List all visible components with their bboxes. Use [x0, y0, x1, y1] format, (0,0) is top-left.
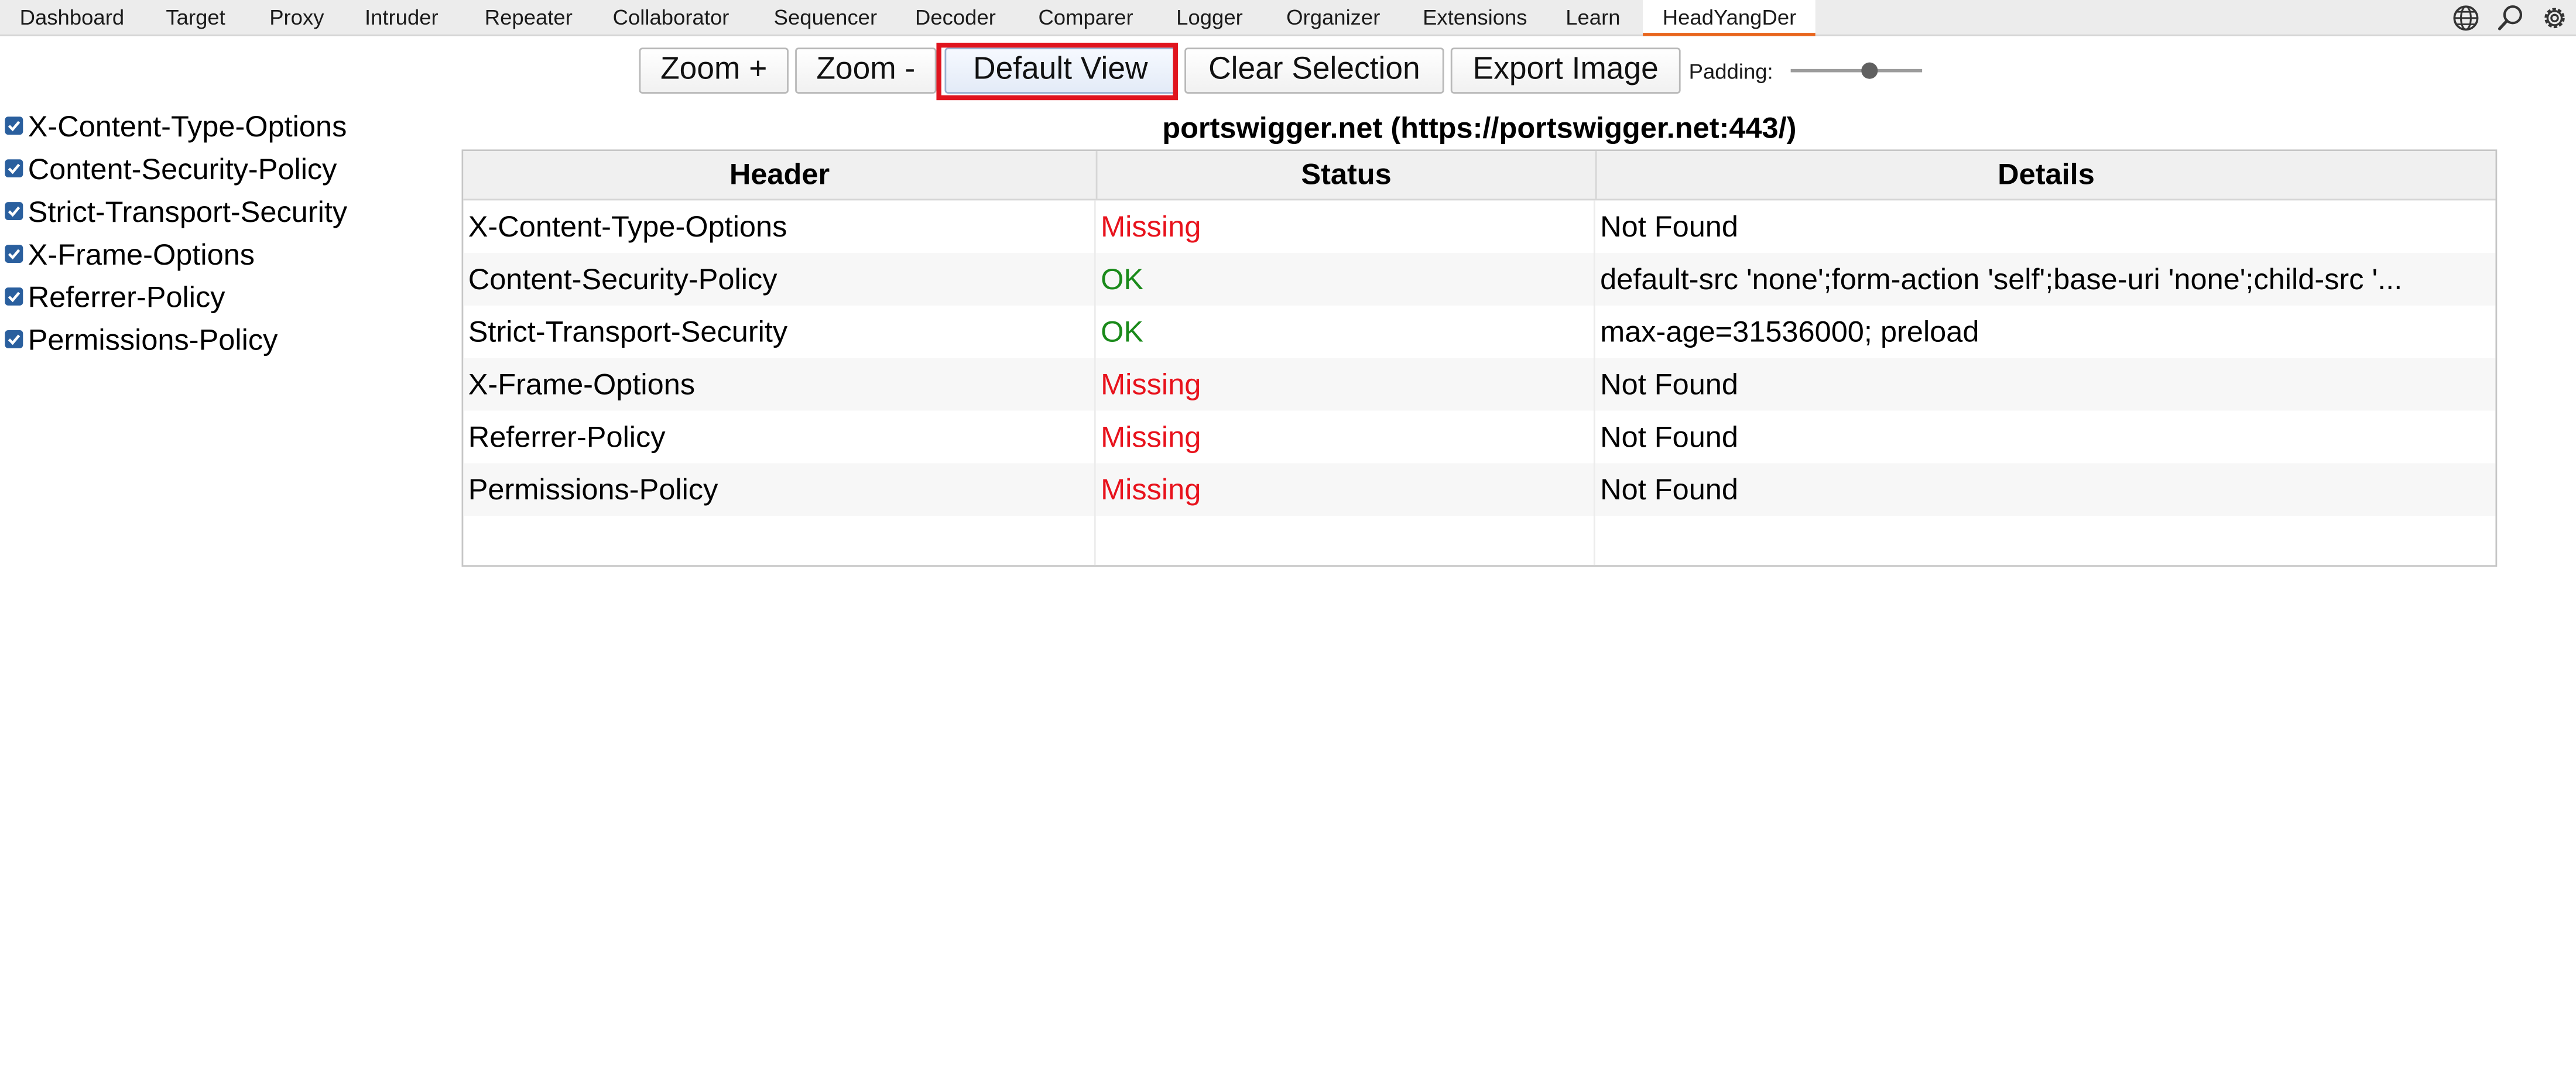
- export-image-button[interactable]: Export Image: [1450, 47, 1681, 94]
- cell-header: Permissions-Policy: [468, 473, 718, 506]
- column-divider: [1593, 200, 1595, 566]
- checkbox-checked-icon[interactable]: [5, 245, 23, 263]
- checkbox-checked-icon[interactable]: [5, 116, 23, 135]
- filter-label: Referrer-Policy: [28, 280, 225, 314]
- table-header-row: Header Status Details: [463, 151, 2496, 201]
- zoom-in-button[interactable]: Zoom +: [639, 47, 789, 94]
- tab-decoder[interactable]: Decoder: [915, 0, 996, 36]
- column-divider: [1094, 200, 1096, 566]
- results-table: Header Status Details X-Content-Type-Opt…: [461, 149, 2498, 567]
- checkbox-checked-icon[interactable]: [5, 159, 23, 178]
- cell-status: OK: [1101, 315, 1144, 348]
- tab-extensions[interactable]: Extensions: [1423, 0, 1527, 36]
- checkbox-checked-icon[interactable]: [5, 330, 23, 348]
- column-header-details[interactable]: Details: [1595, 151, 2496, 199]
- cell-header: X-Content-Type-Options: [468, 210, 787, 244]
- table-row[interactable]: Content-Security-Policy OK default-src '…: [463, 253, 2496, 306]
- tab-logger[interactable]: Logger: [1176, 0, 1243, 36]
- table-row[interactable]: X-Content-Type-Options Missing Not Found: [463, 200, 2495, 253]
- cell-status: Missing: [1101, 473, 1201, 506]
- table-row[interactable]: Strict-Transport-Security OK max-age=315…: [463, 306, 2495, 358]
- tab-learn[interactable]: Learn: [1566, 0, 1620, 36]
- padding-slider-thumb[interactable]: [1861, 62, 1878, 79]
- padding-label: Padding:: [1688, 59, 1773, 84]
- tab-collaborator[interactable]: Collaborator: [613, 0, 729, 36]
- cell-status: OK: [1101, 262, 1144, 296]
- tab-organizer[interactable]: Organizer: [1286, 0, 1380, 36]
- tab-dashboard[interactable]: Dashboard: [20, 0, 124, 36]
- globe-icon[interactable]: [2451, 4, 2481, 33]
- site-title: portswigger.net (https://portswigger.net…: [1162, 111, 1797, 145]
- clear-selection-button[interactable]: Clear Selection: [1184, 47, 1444, 94]
- table-row[interactable]: Permissions-Policy Missing Not Found: [463, 463, 2496, 516]
- checkbox-checked-icon[interactable]: [5, 202, 23, 221]
- tab-comparer[interactable]: Comparer: [1038, 0, 1133, 36]
- cell-details: Not Found: [1600, 368, 1739, 401]
- filter-label: Permissions-Policy: [28, 323, 278, 357]
- cell-details: default-src 'none';form-action 'self';ba…: [1600, 262, 2403, 296]
- cell-header: Content-Security-Policy: [468, 262, 777, 296]
- padding-slider-track[interactable]: [1790, 68, 1923, 73]
- cell-header: Strict-Transport-Security: [468, 315, 788, 348]
- cell-header: X-Frame-Options: [468, 368, 696, 401]
- column-header-header[interactable]: Header: [463, 151, 1095, 198]
- tab-proxy[interactable]: Proxy: [269, 0, 324, 36]
- tab-target[interactable]: Target: [166, 0, 225, 36]
- default-view-button[interactable]: Default View: [944, 47, 1177, 94]
- filter-label: X-Frame-Options: [28, 238, 255, 272]
- cell-status: Missing: [1101, 368, 1201, 401]
- gear-icon[interactable]: [2540, 4, 2570, 33]
- filter-label: X-Content-Type-Options: [28, 110, 347, 143]
- main-tab-bar: Dashboard Target Proxy Intruder Repeater…: [0, 0, 2576, 36]
- tab-headyangder[interactable]: HeadYangDer: [1643, 0, 1816, 36]
- app-window: Dashboard Target Proxy Intruder Repeater…: [0, 0, 2576, 1076]
- tab-sequencer[interactable]: Sequencer: [774, 0, 877, 36]
- zoom-out-button[interactable]: Zoom -: [795, 47, 937, 94]
- checkbox-checked-icon[interactable]: [5, 287, 23, 306]
- filter-label: Content-Security-Policy: [28, 152, 337, 186]
- filter-label: Strict-Transport-Security: [28, 195, 348, 229]
- cell-details: Not Found: [1600, 420, 1739, 454]
- search-icon[interactable]: [2495, 4, 2525, 33]
- cell-details: Not Found: [1600, 210, 1739, 244]
- tab-repeater[interactable]: Repeater: [485, 0, 573, 36]
- cell-status: Missing: [1101, 210, 1201, 244]
- cell-details: Not Found: [1600, 473, 1739, 506]
- column-header-status[interactable]: Status: [1095, 151, 1595, 199]
- cell-details: max-age=31536000; preload: [1600, 315, 1979, 348]
- cell-header: Referrer-Policy: [468, 420, 666, 454]
- table-row[interactable]: Referrer-Policy Missing Not Found: [463, 411, 2495, 464]
- cell-status: Missing: [1101, 420, 1201, 454]
- table-row[interactable]: X-Frame-Options Missing Not Found: [463, 358, 2496, 411]
- tab-intruder[interactable]: Intruder: [365, 0, 439, 36]
